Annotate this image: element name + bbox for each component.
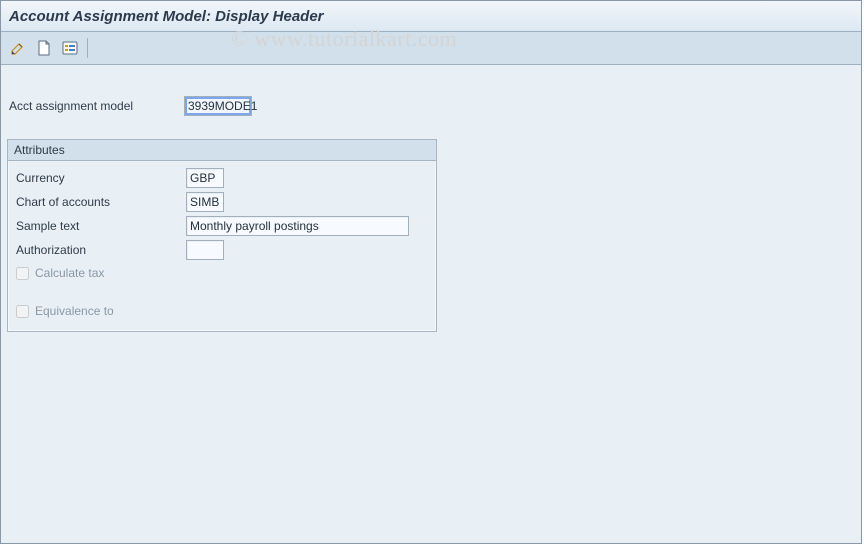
acct-assignment-model-row: Acct assignment model 3939MODE1 [7, 95, 855, 117]
spacer [14, 283, 430, 301]
attributes-title: Attributes [8, 140, 436, 161]
chart-of-accounts-label: Chart of accounts [14, 195, 186, 209]
attributes-body: Currency GBP Chart of accounts SIMB Samp… [8, 161, 436, 331]
acct-assignment-model-label: Acct assignment model [7, 99, 184, 113]
calculate-tax-row: Calculate tax [14, 263, 430, 283]
calculate-tax-label: Calculate tax [35, 266, 104, 280]
new-button[interactable] [33, 37, 55, 59]
pencil-icon [10, 40, 26, 56]
app-window: Account Assignment Model: Display Header [0, 0, 862, 544]
currency-label: Currency [14, 171, 186, 185]
acct-assignment-model-field[interactable]: 3939MODE1 [184, 96, 252, 116]
currency-field[interactable]: GBP [186, 168, 224, 188]
equivalence-to-label: Equivalence to [35, 304, 114, 318]
chart-of-accounts-row: Chart of accounts SIMB [14, 191, 430, 213]
calculate-tax-checkbox [16, 267, 29, 280]
equivalence-to-row: Equivalence to [14, 301, 430, 321]
authorization-field[interactable] [186, 240, 224, 260]
attributes-group: Attributes Currency GBP Chart of account… [7, 139, 437, 332]
toolbar [1, 32, 861, 65]
sample-text-field[interactable]: Monthly payroll postings [186, 216, 409, 236]
chart-of-accounts-field[interactable]: SIMB [186, 192, 224, 212]
sample-text-label: Sample text [14, 219, 186, 233]
overview-icon [62, 40, 78, 56]
authorization-label: Authorization [14, 243, 186, 257]
overview-button[interactable] [59, 37, 81, 59]
authorization-row: Authorization [14, 239, 430, 261]
client-area: Acct assignment model 3939MODE1 Attribut… [1, 65, 861, 543]
toolbar-separator [87, 38, 88, 58]
page-title: Account Assignment Model: Display Header [9, 8, 324, 25]
change-button[interactable] [7, 37, 29, 59]
equivalence-to-checkbox [16, 305, 29, 318]
currency-row: Currency GBP [14, 167, 430, 189]
new-page-icon [37, 40, 51, 56]
title-bar: Account Assignment Model: Display Header [1, 1, 861, 32]
sample-text-row: Sample text Monthly payroll postings [14, 215, 430, 237]
